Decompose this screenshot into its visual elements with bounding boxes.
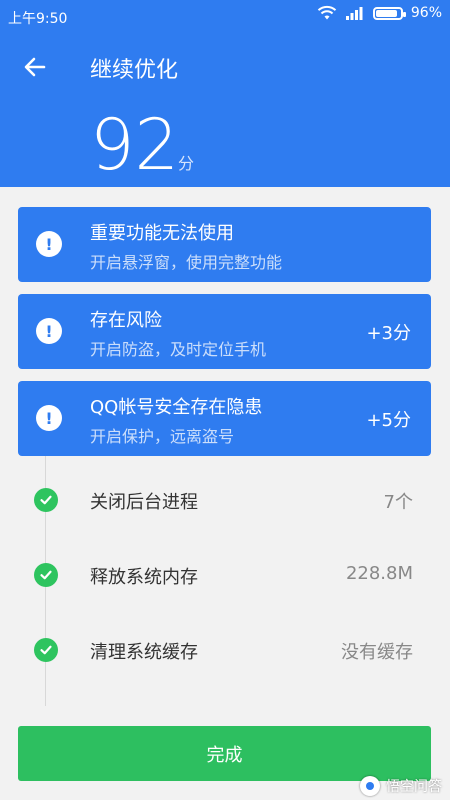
done-item-value: 228.8M — [345, 563, 413, 584]
wukong-logo-icon — [360, 776, 380, 796]
status-icons: 96% — [317, 5, 442, 21]
finish-button[interactable]: 完成 — [18, 726, 431, 781]
header: 上午9:50 96% 继续优化 92 分 — [0, 0, 450, 187]
done-item: 清理系统缓存 没有缓存 — [0, 637, 450, 667]
back-arrow-icon[interactable] — [18, 50, 52, 84]
watermark: 悟空问答 — [360, 774, 442, 798]
done-item-label: 清理系统缓存 — [90, 642, 198, 663]
done-item-value: 没有缓存 — [341, 642, 413, 663]
done-item: 释放系统内存 228.8M — [0, 562, 450, 592]
card-subtitle: 开启保护，远离盗号 — [90, 427, 235, 446]
card-subtitle: 开启防盗，及时定位手机 — [90, 340, 267, 359]
score-value: 92 — [90, 104, 180, 186]
card-qq-security[interactable]: ! QQ帐号安全存在隐患 开启保护，远离盗号 +5分 — [18, 381, 431, 456]
done-item-label: 释放系统内存 — [90, 567, 198, 588]
watermark-text: 悟空问答 — [386, 779, 442, 795]
exclamation-icon: ! — [36, 231, 62, 257]
page-title: 继续优化 — [90, 58, 179, 83]
done-item: 关闭后台进程 7个 — [0, 487, 450, 517]
card-title: QQ帐号安全存在隐患 — [90, 397, 263, 418]
battery-percent: 96% — [410, 5, 442, 21]
done-item-label: 关闭后台进程 — [90, 492, 198, 513]
card-bonus: +3分 — [366, 323, 411, 344]
signal-icon — [345, 7, 363, 20]
card-title: 重要功能无法使用 — [90, 223, 234, 244]
exclamation-icon: ! — [36, 318, 62, 344]
exclamation-icon: ! — [36, 405, 62, 431]
battery-icon — [372, 6, 406, 20]
score-unit: 分 — [178, 154, 195, 173]
status-bar: 上午9:50 96% — [0, 0, 450, 32]
check-icon — [34, 638, 58, 662]
check-icon — [34, 488, 58, 512]
card-bonus: +5分 — [366, 410, 411, 431]
done-item-value: 7个 — [383, 492, 413, 513]
check-icon — [34, 563, 58, 587]
wifi-icon — [317, 5, 337, 20]
card-feature-unavailable[interactable]: ! 重要功能无法使用 开启悬浮窗，使用完整功能 — [18, 207, 431, 282]
card-title: 存在风险 — [90, 310, 162, 331]
card-subtitle: 开启悬浮窗，使用完整功能 — [90, 253, 283, 272]
status-time: 上午9:50 — [8, 11, 68, 27]
card-risk[interactable]: ! 存在风险 开启防盗，及时定位手机 +3分 — [18, 294, 431, 369]
